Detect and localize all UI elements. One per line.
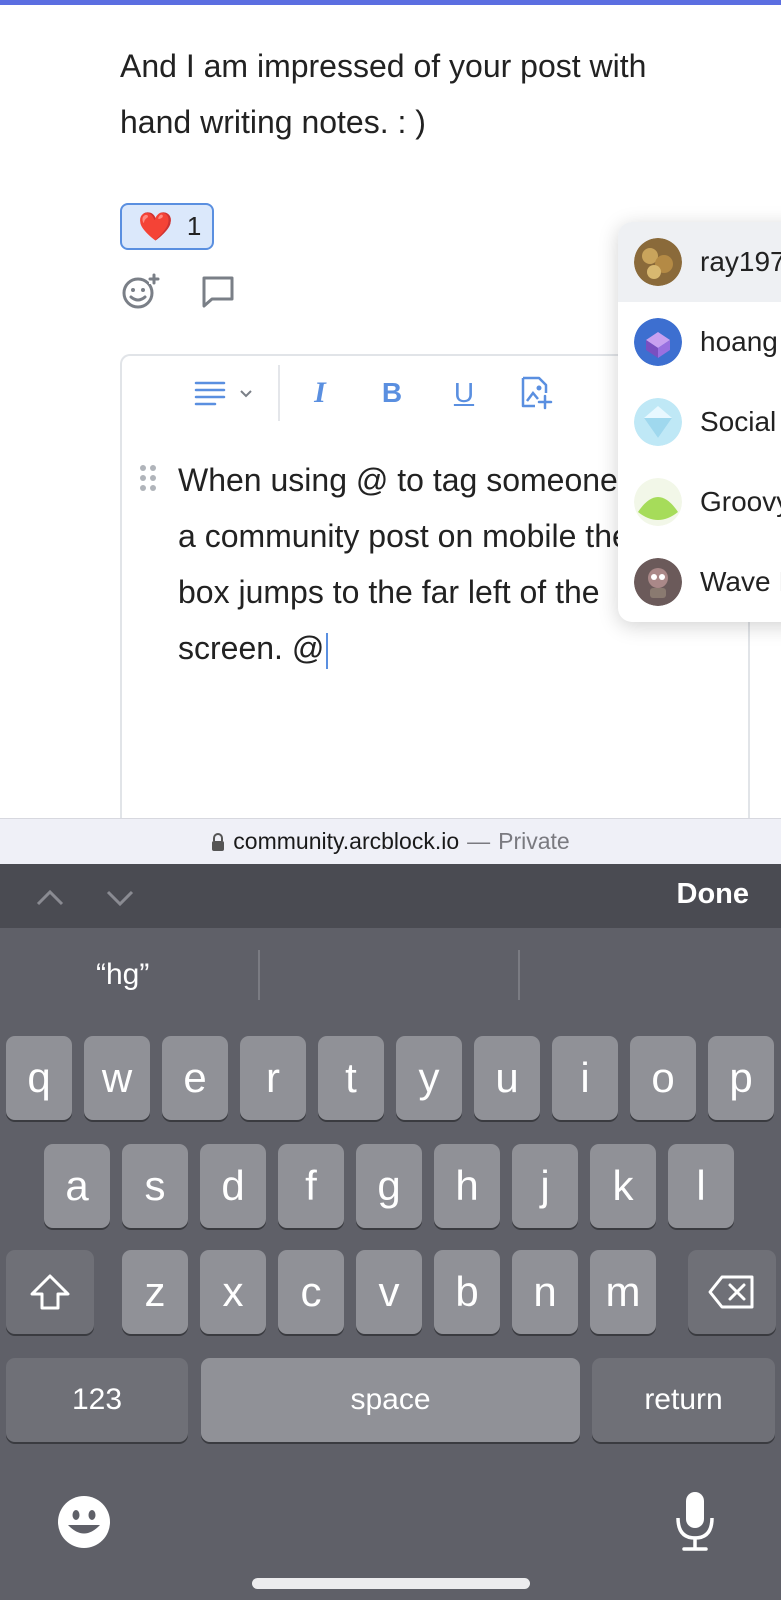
key-e[interactable]: e [162,1036,228,1120]
drag-handle-icon[interactable] [138,464,158,494]
backspace-key[interactable] [688,1250,776,1334]
mention-suggestions-popup: ray197 hoang Social Groovy Wave I [618,222,781,622]
mention-item[interactable]: Wave I [618,542,781,622]
key-p[interactable]: p [708,1036,774,1120]
lock-icon [212,832,225,851]
heart-icon: ❤️ [138,210,173,242]
suggestion-item[interactable]: “hg” [96,958,149,992]
post-body: And I am impressed of your post with han… [120,38,720,150]
ios-keyboard: Done “hg” qwertyuiop asdfghjkl zxcvbnm 1… [0,864,781,1600]
key-c[interactable]: c [278,1250,344,1334]
microphone-icon[interactable] [674,1490,716,1552]
suggestion-divider [258,950,260,1000]
text-caret [326,632,329,669]
url-domain: community.arcblock.io [233,828,460,854]
image-add-icon [521,376,553,410]
browser-url-bar[interactable]: community.arcblock.io — Private [0,818,781,864]
return-key[interactable]: return [592,1358,775,1442]
key-k[interactable]: k [590,1144,656,1228]
key-x[interactable]: x [200,1250,266,1334]
key-s[interactable]: s [122,1144,188,1228]
backspace-icon [708,1275,754,1309]
key-y[interactable]: y [396,1036,462,1120]
robot-avatar [634,558,682,606]
key-g[interactable]: g [356,1144,422,1228]
mention-name: Groovy [700,486,781,517]
paragraph-style-button[interactable] [188,371,232,415]
key-z[interactable]: z [122,1250,188,1334]
italic-button[interactable]: I [298,371,342,415]
smiley-add-icon[interactable] [120,272,160,312]
shift-key[interactable] [6,1250,94,1334]
key-n[interactable]: n [512,1250,578,1334]
underline-button[interactable]: U [442,371,486,415]
mention-name: Wave I [700,566,781,597]
mention-item[interactable]: hoang [618,302,781,382]
key-i[interactable]: i [552,1036,618,1120]
key-m[interactable]: m [590,1250,656,1334]
private-label: Private [498,828,570,854]
mention-item[interactable]: Groovy [618,462,781,542]
url-separator: — [467,828,491,854]
editor-toolbar: I B U [188,365,558,421]
comment-bubble-icon[interactable] [198,272,238,312]
suggestion-divider [518,950,520,1000]
home-indicator[interactable] [252,1578,530,1589]
insert-image-button[interactable] [514,371,558,415]
key-j[interactable]: j [512,1144,578,1228]
post-text-line-2: hand writing notes. : ) [120,104,426,140]
emoji-icon[interactable] [56,1494,112,1550]
done-button[interactable]: Done [677,878,750,911]
key-o[interactable]: o [630,1036,696,1120]
shift-icon [30,1274,70,1310]
align-lines-icon [194,381,226,406]
green-shape-avatar [634,478,682,526]
post-text-line-1: And I am impressed of your post with [120,48,647,84]
chevron-down-icon [240,390,252,398]
chevron-down-icon[interactable] [104,882,136,914]
key-q[interactable]: q [6,1036,72,1120]
mention-item[interactable]: ray197 [618,222,781,302]
toolbar-divider [278,365,280,421]
crystal-avatar [634,398,682,446]
key-r[interactable]: r [240,1036,306,1120]
key-d[interactable]: d [200,1144,266,1228]
coins-avatar [634,238,682,286]
space-key[interactable]: space [201,1358,580,1442]
mention-name: Social [700,406,777,437]
top-accent-bar [0,0,781,5]
chevron-up-icon[interactable] [34,882,66,914]
paragraph-style-dropdown[interactable] [232,371,260,415]
key-b[interactable]: b [434,1250,500,1334]
key-v[interactable]: v [356,1250,422,1334]
key-u[interactable]: u [474,1036,540,1120]
cube-avatar [634,318,682,366]
key-t[interactable]: t [318,1036,384,1120]
mention-name: hoang [700,326,778,357]
post-actions [120,272,238,312]
mention-name: ray197 [700,246,781,277]
keyboard-accessory-bar: Done [0,864,781,928]
key-f[interactable]: f [278,1144,344,1228]
key-a[interactable]: a [44,1144,110,1228]
reaction-count: 1 [186,211,202,241]
editor-text: When using @ to tag someone in a communi… [178,462,652,666]
heart-reaction-button[interactable]: ❤️ 1 [120,203,214,250]
numbers-key[interactable]: 123 [6,1358,188,1442]
predictive-bar: “hg” [0,928,781,1028]
key-w[interactable]: w [84,1036,150,1120]
key-h[interactable]: h [434,1144,500,1228]
key-l[interactable]: l [668,1144,734,1228]
mention-item[interactable]: Social [618,382,781,462]
bold-button[interactable]: B [370,371,414,415]
